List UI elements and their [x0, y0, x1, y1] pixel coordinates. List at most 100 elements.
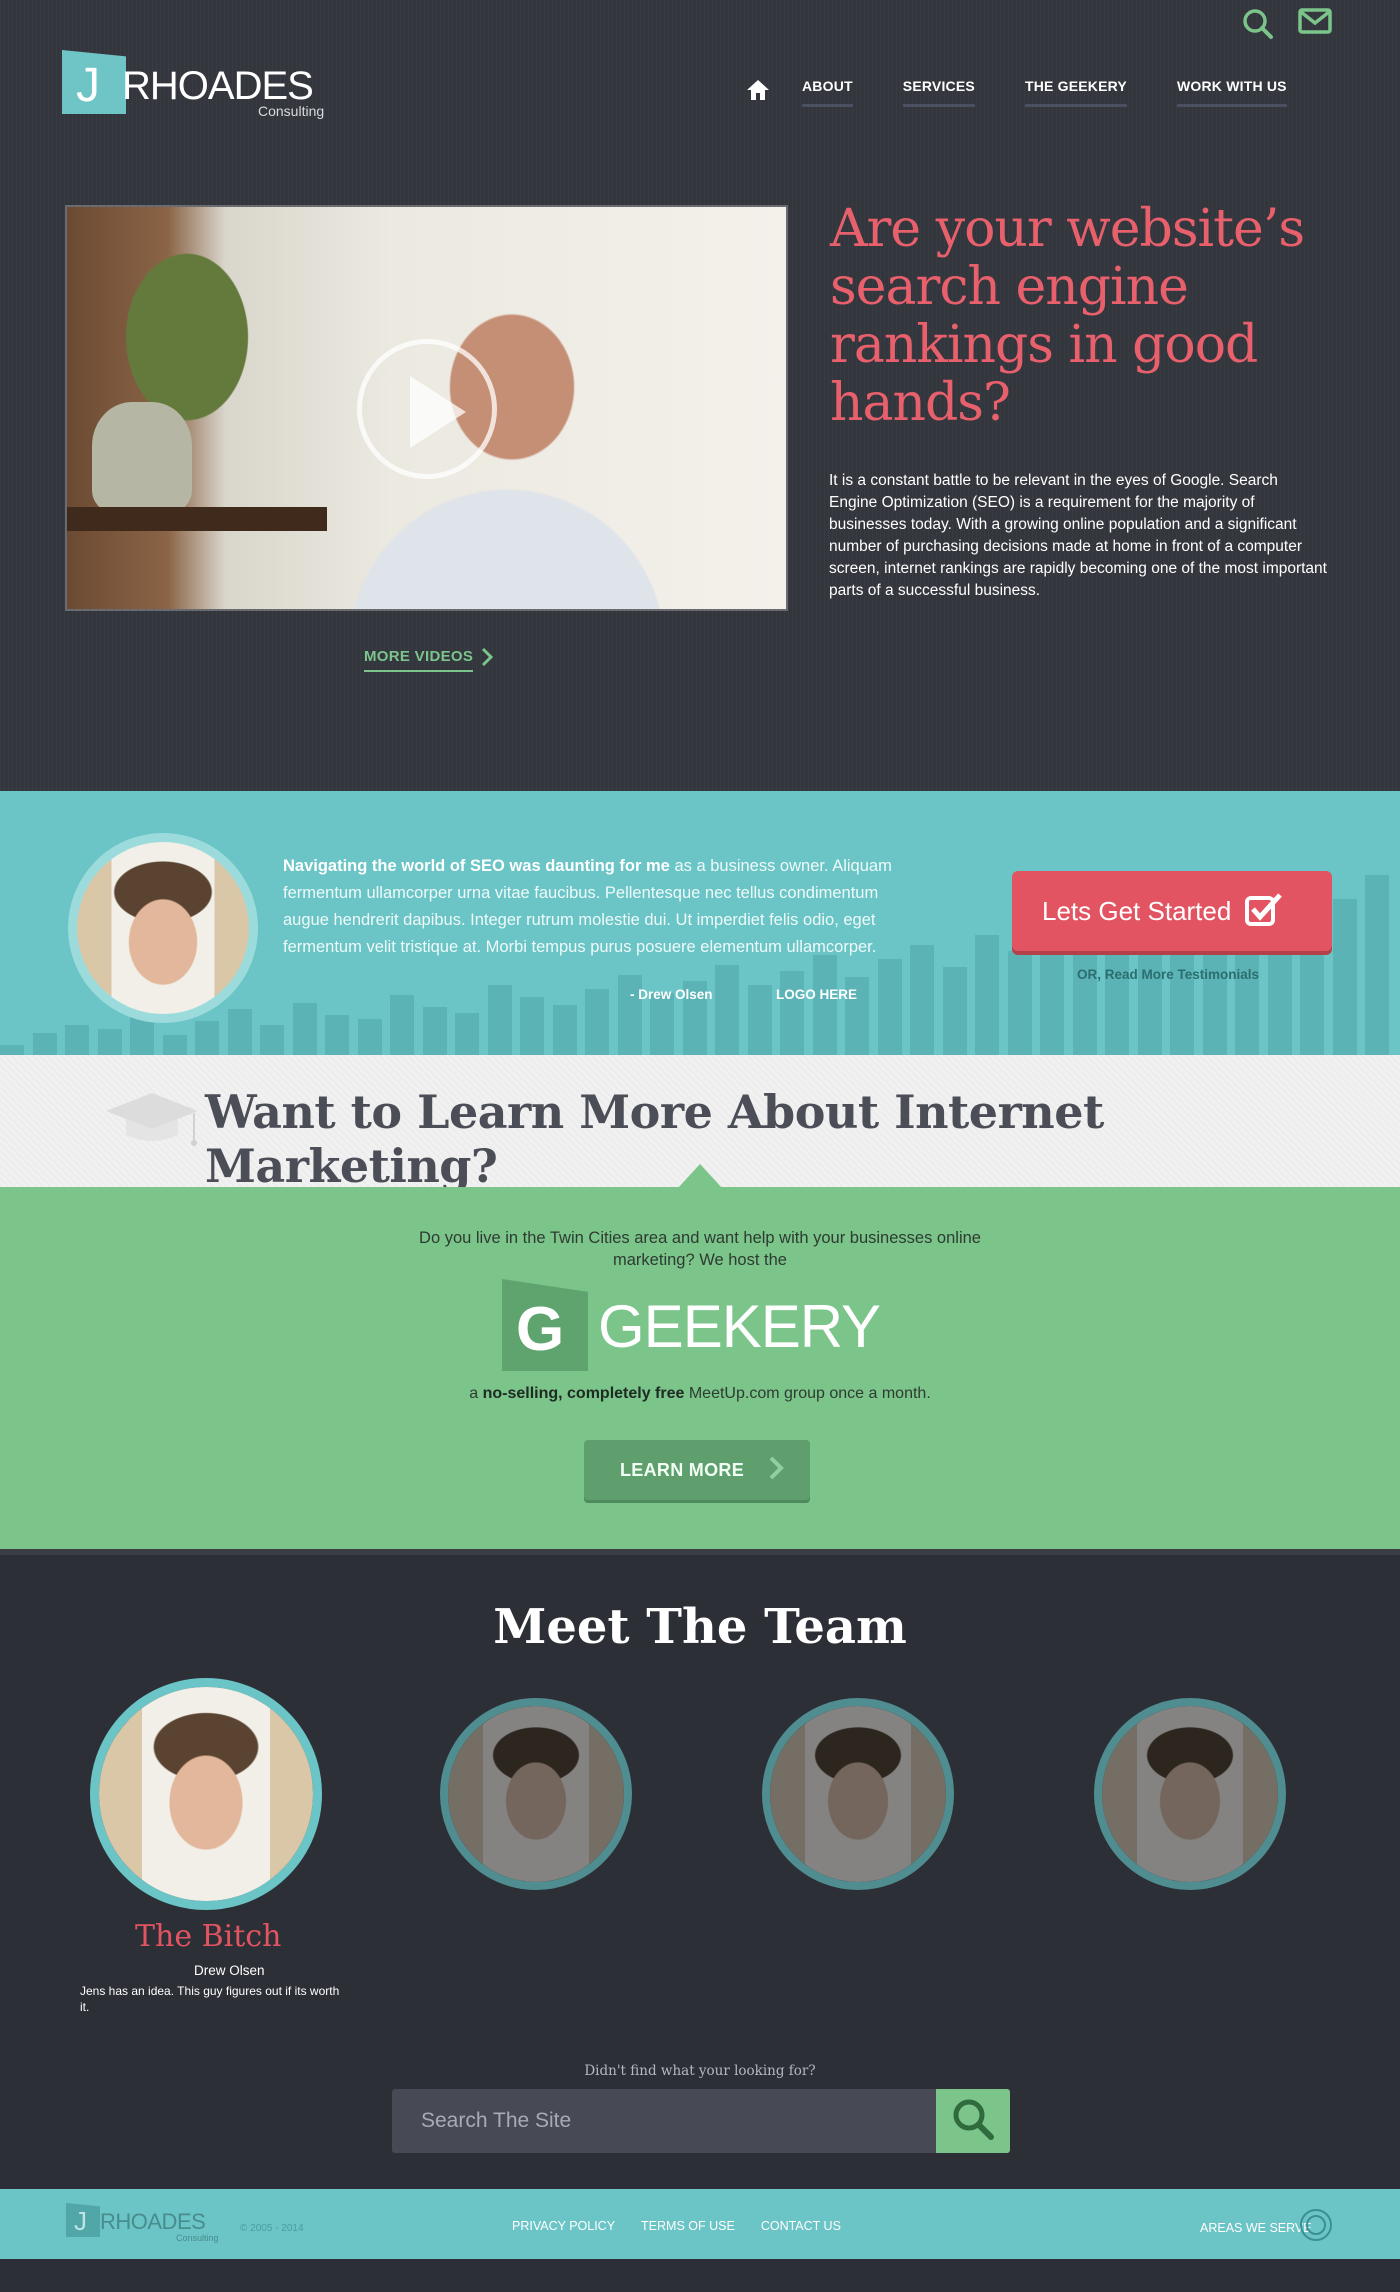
learn-more-button-label: LEARN MORE: [620, 1459, 744, 1480]
logo-badge: J: [62, 50, 126, 114]
learn-more-title: Want to Learn More About Internet Market…: [205, 1085, 1104, 1193]
geekery-sub-prefix: a: [469, 1385, 483, 1402]
team-member-avatar[interactable]: [1094, 1698, 1286, 1890]
team-member-avatar[interactable]: [440, 1698, 632, 1890]
lets-get-started-button[interactable]: Lets Get Started: [1012, 871, 1332, 951]
decorative-bar: [585, 989, 609, 1055]
decorative-bar: [877, 959, 902, 1055]
decorative-bar: [1007, 951, 1032, 1055]
geekery-logo-badge: G: [502, 1279, 588, 1371]
video-thumbnail-table: [67, 507, 327, 531]
decorative-bar: [422, 1007, 447, 1055]
hero-headline: Are your website’s search engine ranking…: [830, 199, 1305, 433]
play-icon[interactable]: [357, 339, 497, 479]
geekery-logo: G GEEKERY: [502, 1279, 902, 1375]
decorative-bar: [390, 995, 414, 1055]
decorative-bar: [357, 1019, 382, 1055]
learn-more-button[interactable]: LEARN MORE: [584, 1440, 810, 1500]
site-logo[interactable]: J RHOADES Consulting: [62, 50, 352, 120]
decorative-bar: [455, 1013, 479, 1055]
privacy-policy-link[interactable]: PRIVACY POLICY: [512, 2219, 615, 2233]
decorative-bar: [260, 1025, 284, 1055]
testimonial-logo-placeholder: LOGO HERE: [776, 987, 858, 1002]
team-member-bio: Jens has an idea. This guy figures out i…: [80, 1984, 340, 2014]
nav-item-services[interactable]: SERVICES: [902, 78, 975, 107]
read-more-testimonials-link[interactable]: Read More Testimonials: [1105, 967, 1259, 982]
nav-item-the-geekery[interactable]: THE GEEKERY: [1024, 78, 1127, 107]
footer-links: PRIVACY POLICY TERMS OF USE CONTACT US: [512, 2219, 841, 2233]
logo-word: RHOADES: [122, 64, 314, 108]
site-footer: J RHOADES Consulting © 2005 - 2014 PRIVA…: [0, 2187, 1400, 2292]
decorative-bar: [1365, 875, 1389, 1055]
logo-subtitle: Consulting: [258, 103, 325, 119]
checkbox-check-icon: [1231, 892, 1283, 931]
testimonial-avatar: [68, 833, 258, 1023]
geekery-sub-rest: MeetUp.com group once a month.: [684, 1385, 931, 1402]
mail-icon[interactable]: [1298, 8, 1332, 40]
decorative-bar: [520, 997, 544, 1055]
team-member-avatar-active[interactable]: [90, 1678, 322, 1910]
decorative-bar: [227, 1009, 252, 1055]
header-utility-icons: [1242, 8, 1332, 40]
geekery-section: Do you live in the Twin Cities area and …: [0, 1187, 1400, 1549]
decorative-bar: [325, 1015, 349, 1055]
search-icon[interactable]: [1242, 8, 1274, 40]
decorative-bar: [942, 967, 967, 1055]
team-member-photo: [99, 1687, 313, 1901]
hero-section: J RHOADES Consulting ABOUT SERVICES THE …: [0, 0, 1400, 791]
areas-we-serve-link[interactable]: AREAS WE SERVE: [1200, 2221, 1312, 2235]
decorative-bar: [487, 985, 512, 1055]
copyright-text: © 2005 - 2014: [240, 2223, 304, 2234]
main-nav: ABOUT SERVICES THE GEEKERY WORK WITH US: [746, 78, 1287, 107]
team-member-avatar[interactable]: [762, 1698, 954, 1890]
decorative-bar: [780, 971, 804, 1055]
decorative-bar: [292, 1003, 317, 1055]
chevron-right-icon[interactable]: [480, 646, 494, 673]
team-member-photo: [770, 1706, 946, 1882]
decorative-bar: [130, 1017, 154, 1055]
search-input[interactable]: [392, 2089, 936, 2153]
decorative-bar: [552, 1005, 577, 1055]
search-icon: [951, 2097, 995, 2146]
footer-logo-subtitle: Consulting: [176, 2233, 219, 2243]
team-member-role: The Bitch: [135, 1919, 282, 1954]
team-section: Meet The Team The Bitch Drew Olsen Jens …: [0, 1549, 1400, 2187]
testimonial-quote-lead: Navigating the world of SEO was daunting…: [283, 857, 670, 875]
home-icon[interactable]: [746, 79, 770, 106]
decorative-bar: [812, 955, 837, 1055]
more-videos-link[interactable]: MORE VIDEOS: [364, 648, 474, 672]
testimonial-author: - Drew Olsen: [630, 987, 713, 1002]
graduation-cap-icon: [104, 1089, 200, 1156]
decorative-bar: [910, 945, 934, 1055]
team-member-photo: [448, 1706, 624, 1882]
team-member-photo: [1102, 1706, 1278, 1882]
chevron-right-icon: [744, 1455, 784, 1486]
nav-item-work-with-us[interactable]: WORK WITH US: [1176, 78, 1287, 107]
site-search: [392, 2089, 1010, 2153]
contact-us-link[interactable]: CONTACT US: [761, 2219, 841, 2233]
footer-logo[interactable]: J RHOADES Consulting: [66, 2203, 236, 2243]
testimonial-section: Navigating the world of SEO was daunting…: [0, 791, 1400, 1055]
team-title: Meet The Team: [493, 1599, 907, 1655]
nav-item-about[interactable]: ABOUT: [802, 78, 853, 107]
geekery-logo-letter: G: [516, 1295, 565, 1364]
decorative-bar: [715, 965, 739, 1055]
decorative-bar: [975, 935, 999, 1055]
hero-intro-text: It is a constant battle to be relevant i…: [829, 472, 1327, 599]
terms-of-use-link[interactable]: TERMS OF USE: [641, 2219, 735, 2233]
video-thumbnail-vase: [92, 402, 192, 512]
cta-label: Lets Get Started: [1042, 895, 1232, 926]
decorative-bar: [0, 1045, 24, 1055]
footer-logo-letter: J: [74, 2206, 87, 2236]
decorative-bar: [162, 1035, 187, 1055]
decorative-bar: [747, 985, 772, 1055]
decorative-bar: [97, 1029, 122, 1055]
decorative-bar: [650, 993, 674, 1055]
geekery-subtext: a no-selling, completely free MeetUp.com…: [390, 1385, 1010, 1403]
search-button[interactable]: [936, 2089, 1010, 2153]
footer-logo-badge: J: [66, 2203, 100, 2237]
search-prompt: Didn't find what your looking for?: [584, 2063, 816, 2079]
team-member-name: Drew Olsen: [194, 1963, 265, 1978]
video-player[interactable]: [65, 205, 788, 611]
geekery-intro-text: Do you live in the Twin Cities area and …: [419, 1229, 981, 1269]
